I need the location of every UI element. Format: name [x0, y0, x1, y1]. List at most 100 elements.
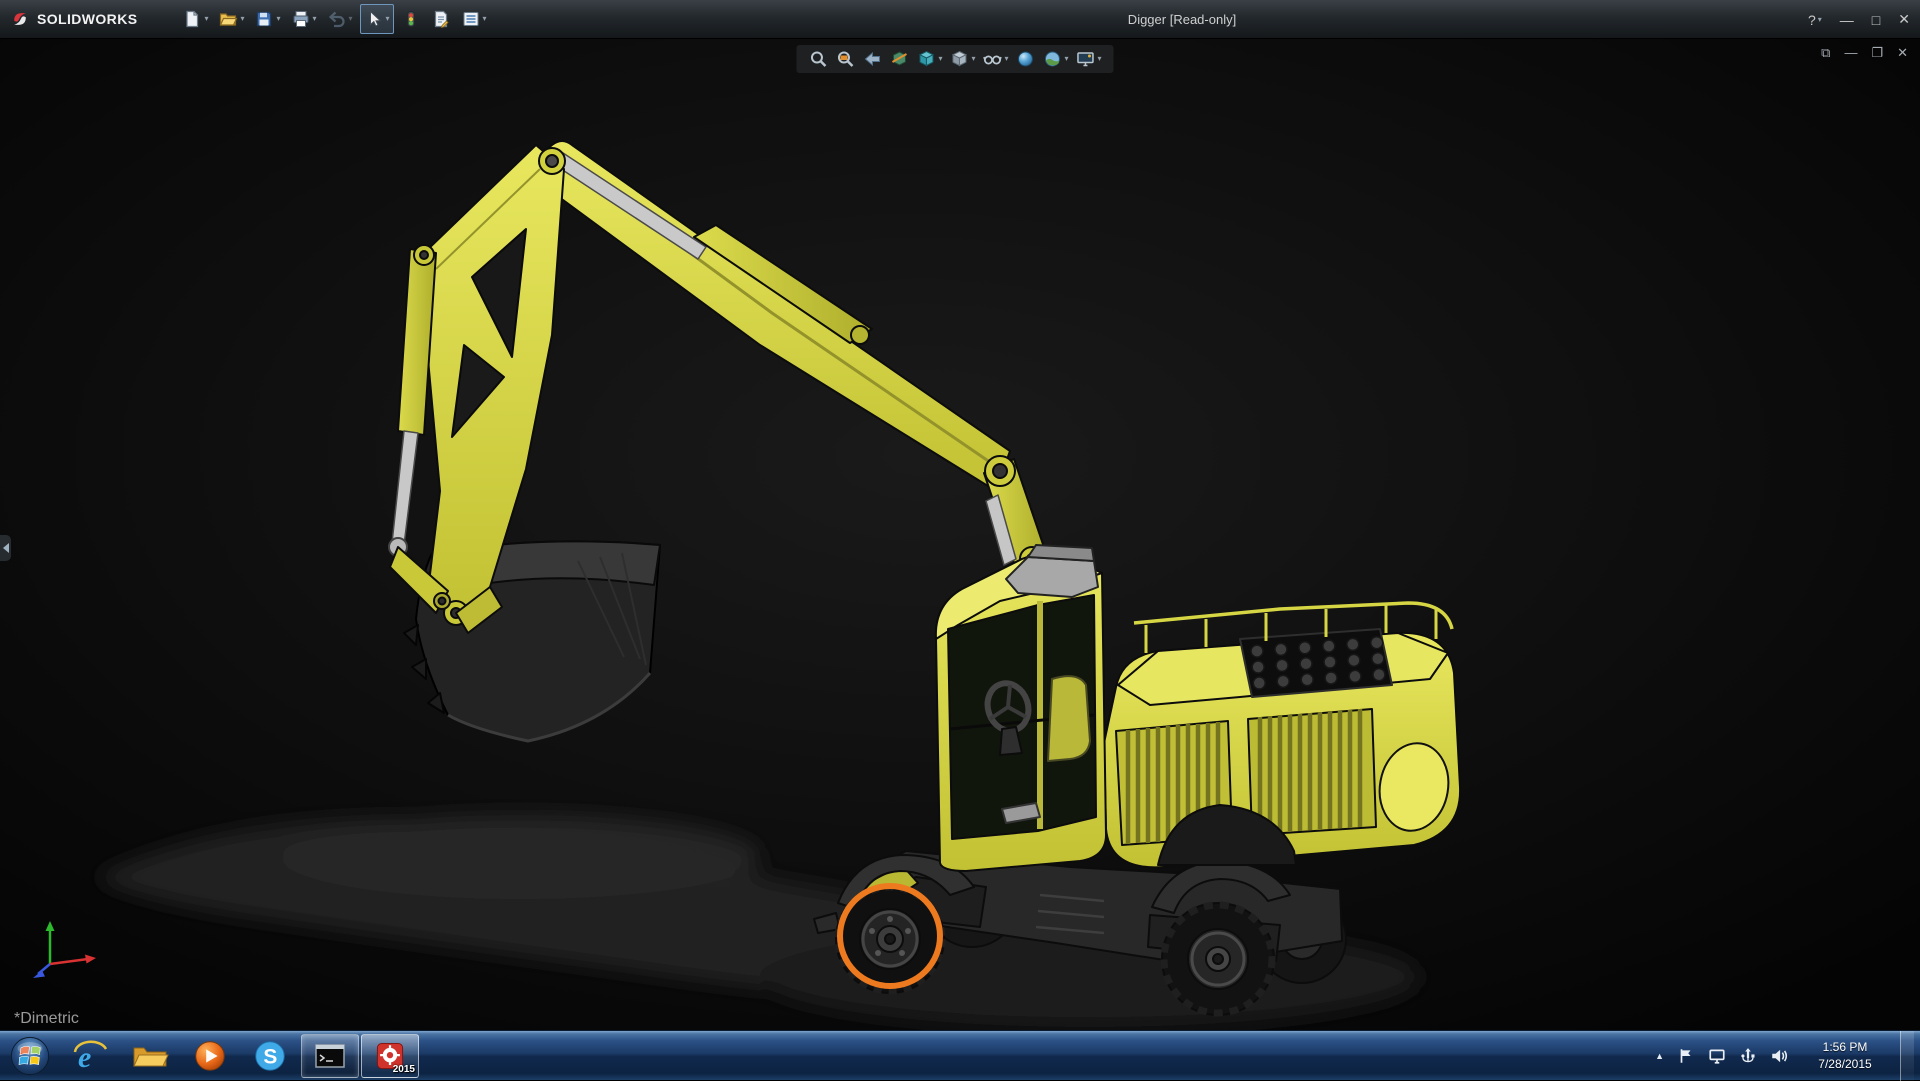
zoom-to-area-icon [835, 49, 855, 69]
system-tray: ▲ 1:56 PM 7/28/2015 [1655, 1031, 1920, 1081]
save-icon [254, 9, 274, 29]
open-button[interactable]: ▾ [215, 4, 247, 34]
dropdown-caret: ▾ [1818, 16, 1822, 24]
taskbar-app-media-player[interactable] [181, 1034, 239, 1078]
minimize-button[interactable]: — [1840, 12, 1854, 28]
graphics-viewport[interactable]: ▾ ▾ ▾ [0, 39, 1920, 1030]
taskbar-app-file-explorer[interactable] [121, 1034, 179, 1078]
usb-icon[interactable] [1739, 1047, 1757, 1065]
skype-icon: S [251, 1037, 289, 1075]
zoom-to-fit-button[interactable] [808, 49, 828, 69]
heads-up-view-toolbar: ▾ ▾ ▾ [796, 45, 1113, 73]
select-button[interactable]: ▾ [360, 4, 394, 34]
doc-restore-button[interactable]: ❐ [1871, 46, 1883, 59]
previous-view-button[interactable] [862, 49, 882, 69]
taskbar-app-internet-explorer[interactable]: e [61, 1034, 119, 1078]
windows-start-orb-icon [9, 1035, 51, 1077]
display-style-button[interactable]: ▾ [949, 49, 975, 69]
file-properties-button[interactable] [428, 4, 454, 34]
help-icon: ? [1808, 12, 1816, 28]
print-button[interactable]: ▾ [288, 4, 320, 34]
previous-view-icon [862, 49, 882, 69]
panel-collapse-tab[interactable] [0, 535, 11, 561]
close-button[interactable]: ✕ [1898, 11, 1910, 28]
window-controls: ? ▾ — □ ✕ [1808, 0, 1910, 39]
save-button[interactable]: ▾ [251, 4, 283, 34]
section-view-icon [889, 49, 909, 69]
dropdown-caret[interactable]: ▾ [240, 15, 244, 23]
document-window-controls: ⧉ — ❐ ✕ [1821, 46, 1908, 59]
solidworks-logo-icon [10, 9, 30, 29]
edit-appearance-sphere-icon [1016, 49, 1036, 69]
dropdown-caret[interactable]: ▾ [1065, 55, 1069, 63]
windows-taskbar: e S [0, 1030, 1920, 1080]
edit-appearance-button[interactable] [1016, 49, 1036, 69]
zoom-to-area-button[interactable] [835, 49, 855, 69]
display-style-icon [949, 49, 969, 69]
svg-text:S: S [263, 1045, 277, 1068]
terminal-window-icon [310, 1036, 350, 1076]
dropdown-caret[interactable]: ▾ [276, 15, 280, 23]
options-icon [461, 9, 481, 29]
taskbar-clock[interactable]: 1:56 PM 7/28/2015 [1809, 1039, 1881, 1071]
undo-button[interactable]: ▾ [324, 4, 356, 34]
volume-icon[interactable] [1770, 1047, 1788, 1065]
rebuild-button[interactable] [398, 4, 424, 34]
show-hidden-icons-button[interactable]: ▲ [1655, 1051, 1664, 1061]
hide-show-items-button[interactable]: ▾ [982, 49, 1008, 69]
wheel-rear-left[interactable] [1162, 903, 1274, 1015]
view-settings-button[interactable]: ▾ [1076, 49, 1102, 69]
options-button[interactable]: ▾ [458, 4, 490, 34]
help-button[interactable]: ? ▾ [1808, 12, 1822, 28]
show-desktop-button[interactable] [1900, 1031, 1914, 1081]
dropdown-caret[interactable]: ▾ [349, 15, 353, 23]
action-center-flag-icon[interactable] [1677, 1047, 1695, 1065]
view-settings-icon [1076, 49, 1096, 69]
media-player-icon [191, 1037, 229, 1075]
dropdown-caret[interactable]: ▾ [971, 55, 975, 63]
dropdown-caret[interactable]: ▾ [386, 15, 390, 23]
view-orientation-button[interactable]: ▾ [916, 49, 942, 69]
clock-time: 1:56 PM [1809, 1039, 1881, 1055]
apply-scene-button[interactable]: ▾ [1043, 49, 1069, 69]
doc-close-button[interactable]: ✕ [1897, 46, 1908, 59]
select-cursor-icon [364, 9, 384, 29]
doc-cascade-button[interactable]: ⧉ [1821, 46, 1830, 59]
print-icon [291, 9, 311, 29]
reference-triad[interactable] [26, 916, 116, 986]
dropdown-caret[interactable]: ▾ [1004, 55, 1008, 63]
dropdown-caret[interactable]: ▾ [204, 15, 208, 23]
open-folder-icon [218, 9, 238, 29]
cab-seat [1048, 676, 1090, 761]
hide-show-glasses-icon [982, 49, 1002, 69]
collapse-arrow-icon [3, 543, 9, 553]
file-properties-icon [431, 9, 451, 29]
dropdown-caret[interactable]: ▾ [1098, 55, 1102, 63]
maximize-button[interactable]: □ [1872, 12, 1880, 28]
dropdown-caret[interactable]: ▾ [483, 15, 487, 23]
svg-text:e: e [78, 1041, 91, 1074]
doc-minimize-button[interactable]: — [1844, 46, 1857, 59]
y-axis-arrow [46, 921, 55, 931]
apply-scene-icon [1043, 49, 1063, 69]
section-view-button[interactable] [889, 49, 909, 69]
display-icon[interactable] [1708, 1047, 1726, 1065]
main-toolbar: ▾ ▾ ▾ ▾ [179, 4, 493, 34]
taskbar-app-solidworks[interactable]: 2015 [361, 1034, 419, 1078]
start-button[interactable] [0, 1031, 60, 1081]
dropdown-caret[interactable]: ▾ [313, 15, 317, 23]
taskbar-app-terminal[interactable] [301, 1034, 359, 1078]
title-bar: SOLIDWORKS ▾ ▾ ▾ [0, 0, 1920, 39]
new-document-icon [182, 9, 202, 29]
dropdown-caret[interactable]: ▾ [938, 55, 942, 63]
window-title: Digger [Read-only] [1128, 12, 1236, 27]
clock-date: 7/28/2015 [1809, 1056, 1881, 1072]
rebuild-traffic-light-icon [401, 9, 421, 29]
excavator-model[interactable] [0, 39, 1920, 1030]
view-orientation-label: *Dimetric [14, 1010, 79, 1028]
file-explorer-folder-icon [130, 1036, 170, 1076]
internet-explorer-icon: e [70, 1036, 110, 1076]
new-document-button[interactable]: ▾ [179, 4, 211, 34]
excavator-cab[interactable] [936, 545, 1106, 871]
taskbar-app-skype[interactable]: S [241, 1034, 299, 1078]
